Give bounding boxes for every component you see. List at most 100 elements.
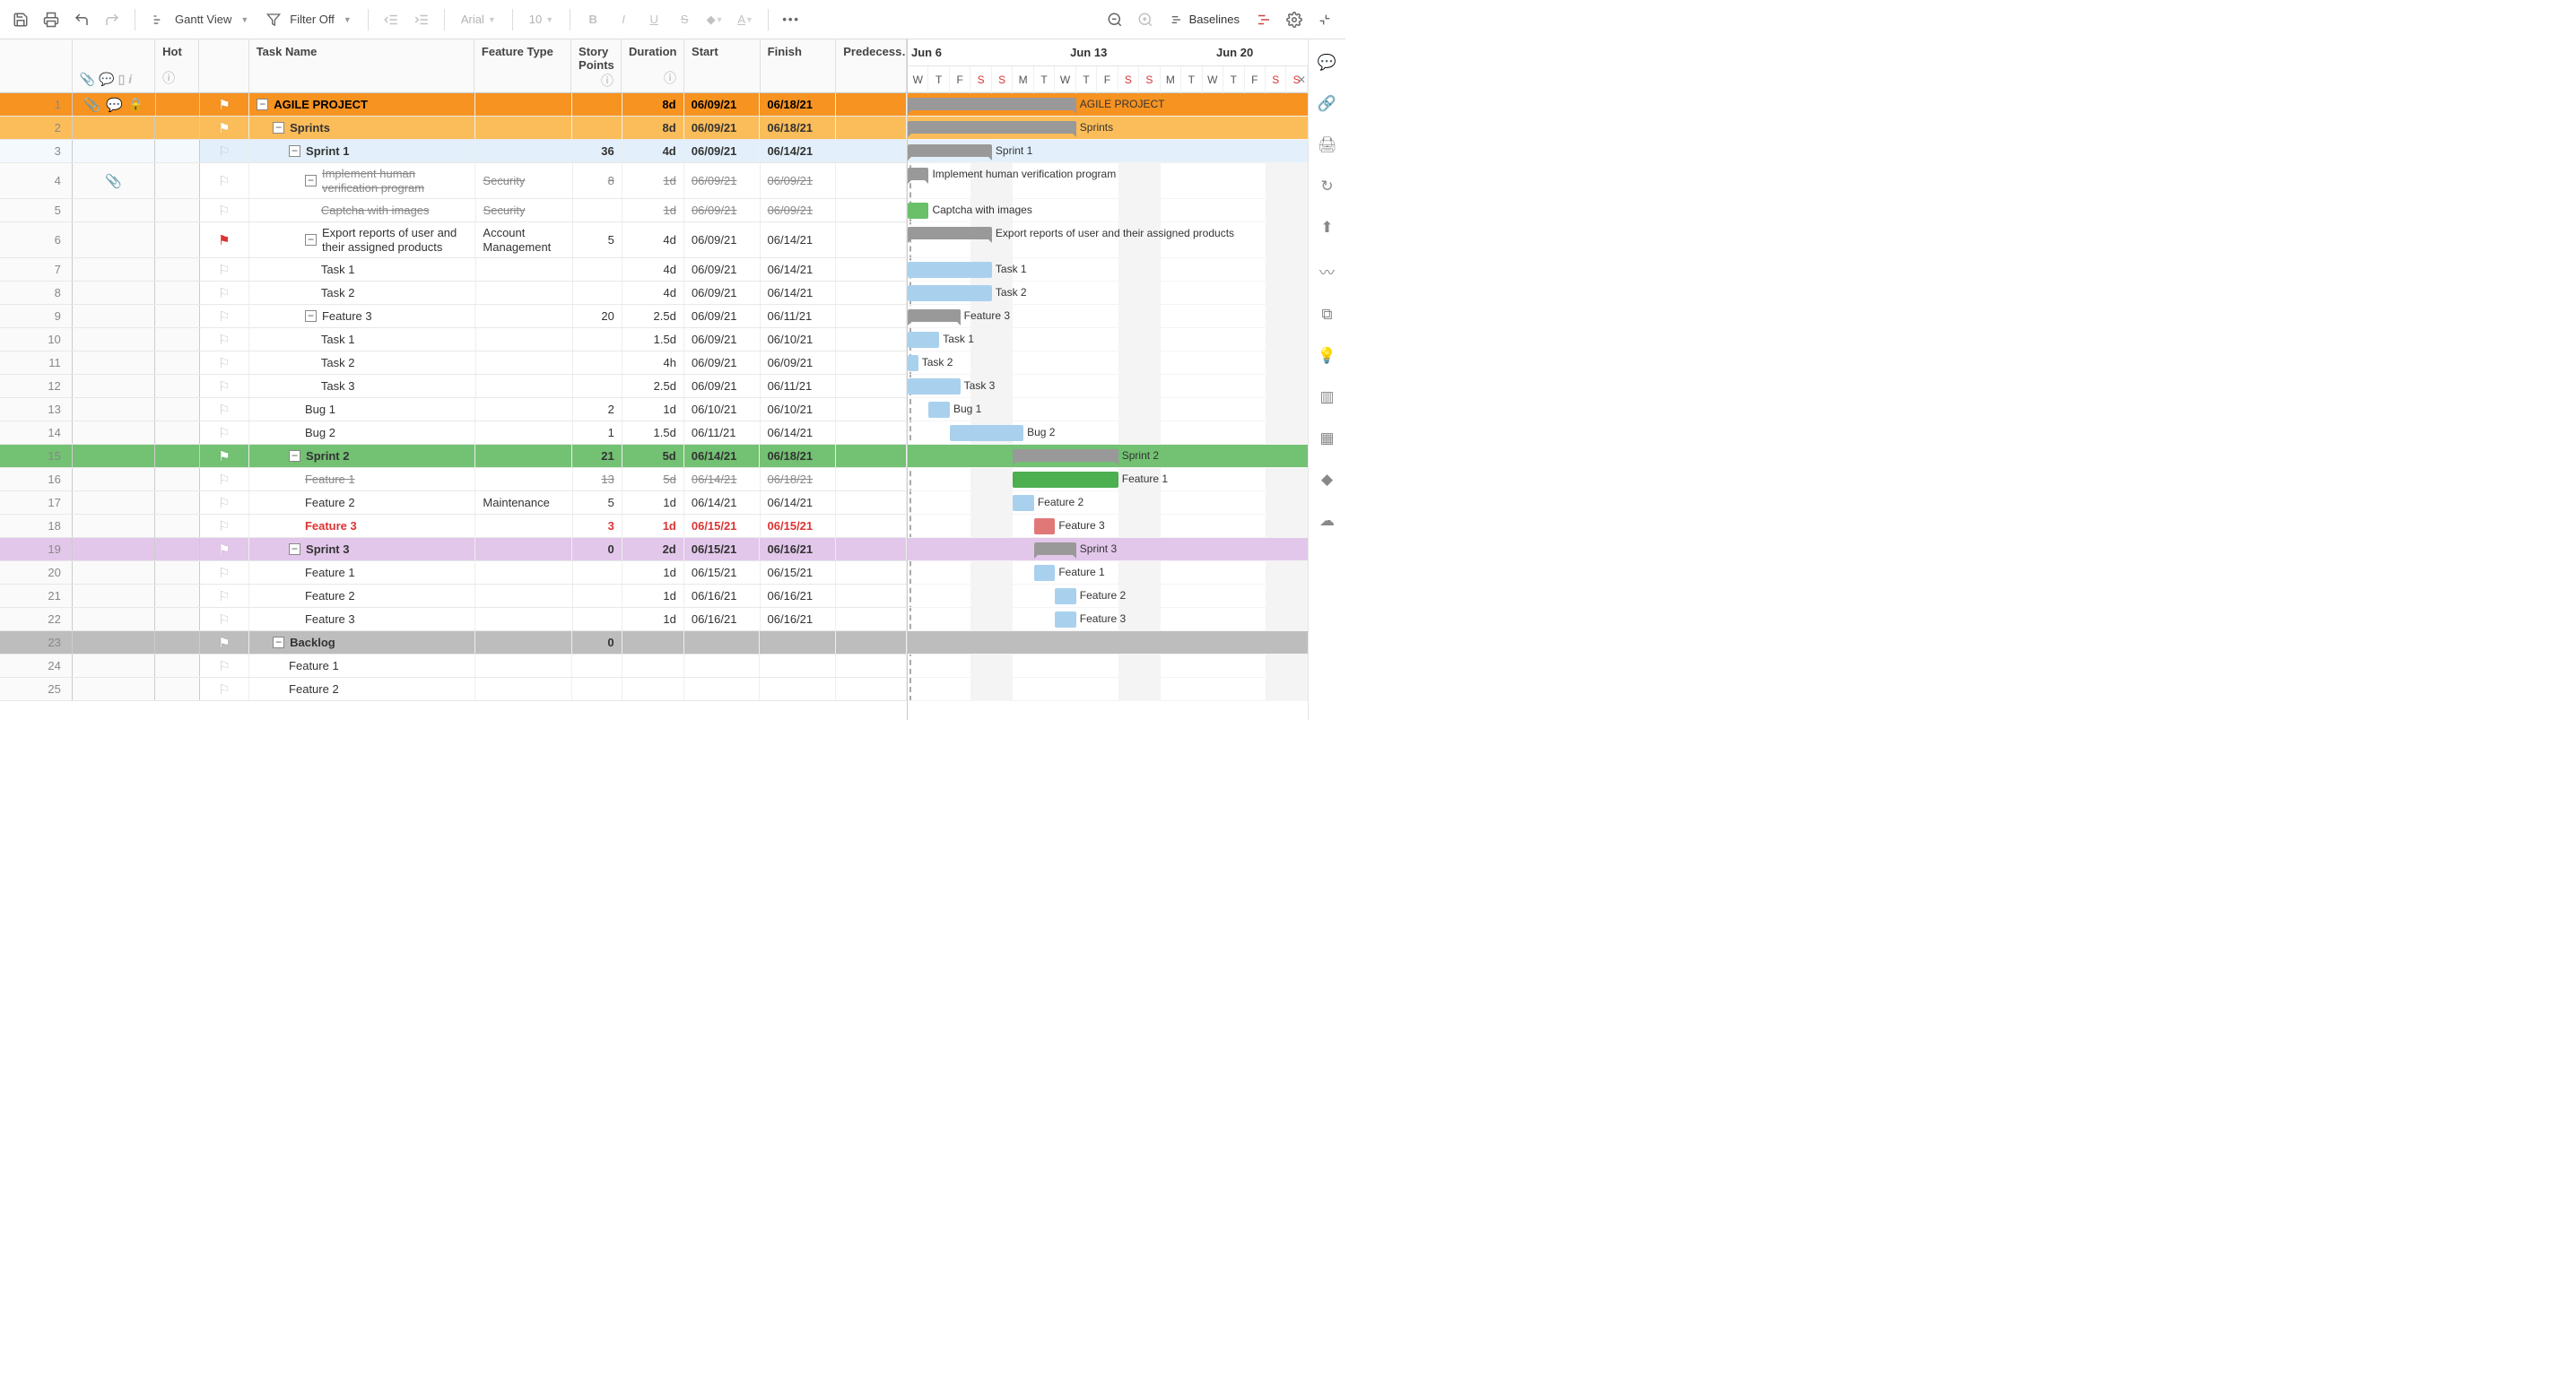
cell-task-name[interactable]: Task 1	[249, 258, 476, 281]
table-row[interactable]: 23⚑−Backlog0	[0, 631, 907, 655]
zoom-out-button[interactable]	[1101, 6, 1128, 33]
table-row[interactable]: 17⚐Feature 2Maintenance51d06/14/2106/14/…	[0, 491, 907, 515]
cell-hot[interactable]	[155, 199, 199, 221]
flag-icon[interactable]: ⚐	[218, 355, 230, 371]
gantt-row[interactable]	[908, 631, 1308, 655]
publish-panel-icon[interactable]: ⬆	[1320, 219, 1333, 237]
table-row[interactable]: 25⚐Feature 2	[0, 678, 907, 701]
cell-duration[interactable]: 1d	[622, 491, 684, 514]
apps-panel-icon[interactable]: ▦	[1319, 429, 1334, 447]
settings-button[interactable]	[1281, 6, 1308, 33]
gantt-bar[interactable]	[908, 227, 992, 239]
font-selector[interactable]: Arial▼	[454, 6, 503, 33]
cell-task-name[interactable]: Feature 2	[249, 491, 475, 514]
cell-finish[interactable]: 06/18/21	[760, 93, 836, 116]
table-row[interactable]: 11⚐Task 24h06/09/2106/09/21	[0, 351, 907, 375]
cell-duration[interactable]	[622, 678, 684, 700]
cell-task-name[interactable]: Task 2	[249, 282, 476, 304]
fontsize-selector[interactable]: 10▼	[522, 6, 561, 33]
gantt-bar[interactable]	[908, 309, 961, 322]
cell-hot[interactable]	[156, 93, 200, 116]
gantt-row[interactable]	[908, 678, 1308, 701]
cell-finish[interactable]: 06/09/21	[761, 163, 837, 198]
cell-task-name[interactable]: Feature 3	[249, 608, 475, 630]
cell-flag[interactable]: ⚐	[200, 258, 249, 281]
header-start[interactable]: Start	[684, 39, 761, 92]
table-row[interactable]: 19⚑−Sprint 302d06/15/2106/16/21	[0, 538, 907, 561]
cell-start[interactable]: 06/09/21	[684, 163, 761, 198]
cell-feature[interactable]	[475, 538, 572, 560]
cell-predecessors[interactable]	[836, 655, 907, 677]
cell-flag[interactable]: ⚑	[200, 538, 249, 560]
flag-icon[interactable]: ⚐	[218, 472, 230, 488]
cell-hot[interactable]	[155, 140, 199, 162]
flag-icon[interactable]: ⚐	[218, 402, 230, 418]
gantt-bar[interactable]	[908, 332, 939, 348]
table-row[interactable]: 18⚐Feature 331d06/15/2106/15/21	[0, 515, 907, 538]
cell-hot[interactable]	[155, 282, 199, 304]
cell-feature[interactable]	[475, 140, 572, 162]
cell-points[interactable]: 20	[573, 305, 622, 327]
cell-feature[interactable]	[475, 515, 572, 537]
gantt-bar[interactable]	[1013, 449, 1118, 462]
cell-predecessors[interactable]	[836, 375, 907, 397]
cell-start[interactable]	[684, 678, 761, 700]
gantt-row[interactable]: Feature 1	[908, 468, 1308, 491]
cell-feature[interactable]: Maintenance	[475, 491, 572, 514]
header-flag[interactable]	[199, 39, 248, 92]
cell-feature[interactable]: Account Management	[475, 222, 572, 257]
flag-icon[interactable]: ⚑	[218, 448, 230, 464]
cell-task-name[interactable]: Task 3	[249, 375, 476, 397]
expander-icon[interactable]: −	[289, 145, 300, 157]
cell-task-name[interactable]: Feature 1	[249, 468, 475, 490]
cell-points[interactable]: 0	[572, 631, 622, 654]
cell-finish[interactable]	[760, 655, 836, 677]
cell-hot[interactable]	[155, 398, 199, 421]
cell-points[interactable]: 8	[573, 163, 622, 198]
expander-icon[interactable]: −	[289, 450, 300, 462]
row-number[interactable]: 4	[0, 163, 73, 198]
header-feature-type[interactable]: Feature Type	[474, 39, 571, 92]
attach-icon[interactable]: 📎	[83, 97, 100, 113]
cell-points[interactable]: 3	[573, 515, 622, 537]
flag-icon[interactable]: ⚑	[218, 635, 230, 651]
row-number[interactable]: 23	[0, 631, 73, 654]
row-number[interactable]: 3	[0, 140, 73, 162]
cell-flag[interactable]: ⚐	[200, 328, 249, 351]
textcolor-button[interactable]: A▼	[732, 6, 759, 33]
row-number[interactable]: 20	[0, 561, 73, 584]
cell-hot[interactable]	[155, 421, 199, 444]
flag-icon[interactable]: ⚐	[218, 262, 230, 278]
row-number[interactable]: 25	[0, 678, 73, 700]
cell-finish[interactable]: 06/14/21	[761, 222, 837, 257]
cell-finish[interactable]: 06/15/21	[761, 515, 837, 537]
cell-points[interactable]	[573, 258, 622, 281]
flag-icon[interactable]: ⚑	[218, 542, 230, 558]
cell-feature[interactable]	[476, 328, 573, 351]
cell-start[interactable]: 06/09/21	[684, 328, 761, 351]
cell-start[interactable]: 06/15/21	[684, 538, 761, 560]
cell-task-name[interactable]: −Export reports of user and their assign…	[249, 222, 475, 257]
gantt-bar[interactable]	[908, 262, 992, 278]
indent-button[interactable]	[408, 6, 435, 33]
cell-flag[interactable]: ⚐	[200, 468, 249, 490]
gantt-row[interactable]: Task 1	[908, 258, 1308, 282]
gantt-bar[interactable]	[950, 425, 1023, 441]
cell-predecessors[interactable]	[836, 561, 907, 584]
flag-icon[interactable]: ⚐	[218, 681, 230, 698]
cell-hot[interactable]	[155, 445, 199, 467]
cell-duration[interactable]: 2.5d	[622, 375, 684, 397]
filter-selector[interactable]: Filter Off ▼	[259, 6, 359, 33]
row-number[interactable]: 12	[0, 375, 73, 397]
cell-points[interactable]	[573, 561, 622, 584]
gantt-row[interactable]: Implement human verification program	[908, 163, 1308, 199]
cell-predecessors[interactable]	[836, 678, 907, 700]
cell-finish[interactable]: 06/16/21	[761, 608, 837, 630]
cell-finish[interactable]: 06/11/21	[761, 305, 837, 327]
expander-icon[interactable]: −	[273, 122, 284, 134]
cell-start[interactable]: 06/14/21	[684, 445, 761, 467]
cell-task-name[interactable]: −Sprint 2	[249, 445, 475, 467]
cell-points[interactable]: 36	[572, 140, 622, 162]
cell-predecessors[interactable]	[836, 282, 907, 304]
cell-finish[interactable]: 06/16/21	[761, 585, 837, 607]
